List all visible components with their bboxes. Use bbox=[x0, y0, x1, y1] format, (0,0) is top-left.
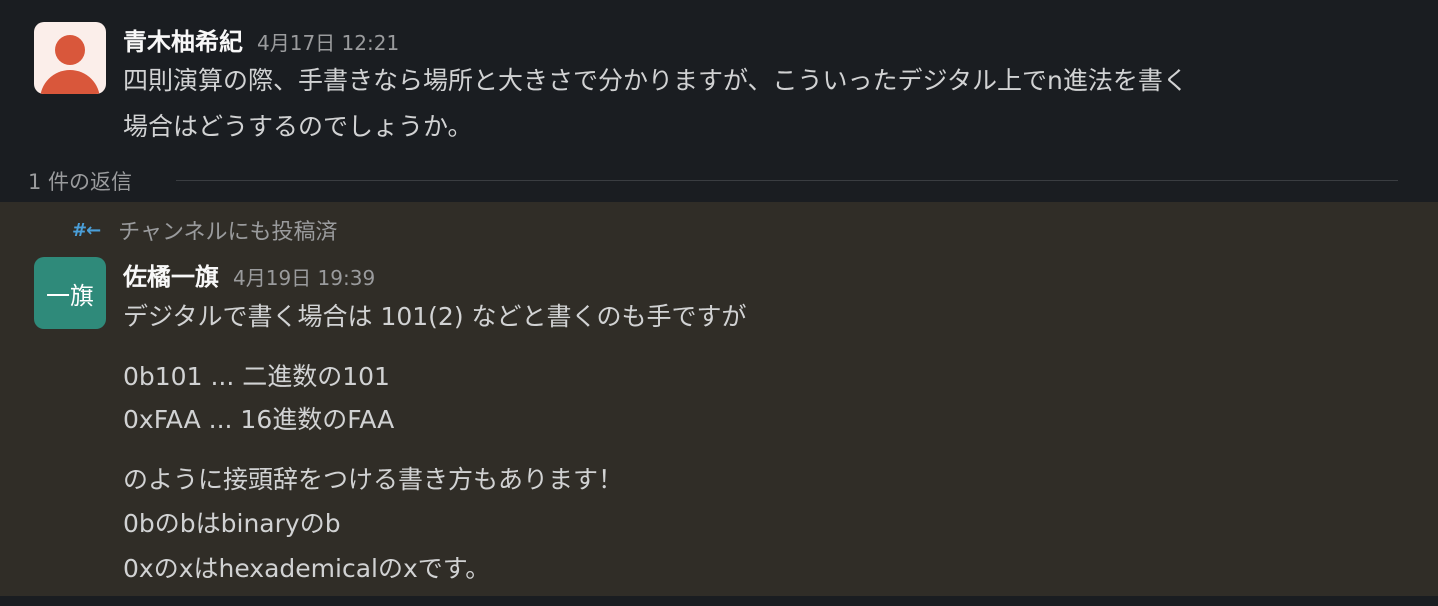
message-text-line: 0xFAA ... 16進数のFAA bbox=[123, 405, 395, 434]
message-text-line: 0bのbはbinaryのb bbox=[123, 509, 341, 538]
timestamp[interactable]: 4月19日 19:39 bbox=[233, 262, 375, 291]
message-text-line: 0xのxはhexademicalのxです。 bbox=[123, 554, 491, 583]
author-name[interactable]: 佐橘一旗 bbox=[123, 257, 219, 292]
thread-replies: 1 件の返信 bbox=[0, 160, 1438, 202]
avatar-text: 一旗 bbox=[46, 281, 94, 310]
divider bbox=[176, 180, 1398, 181]
channel-share-icon: #← bbox=[72, 219, 101, 241]
message-text-line: 四則演算の際、手書きなら場所と大きさで分かりますが、こういったデジタル上でn進法… bbox=[123, 66, 1188, 95]
message-1-header: 青木柚希紀 4月17日 12:21 bbox=[123, 22, 399, 57]
timestamp[interactable]: 4月17日 12:21 bbox=[257, 27, 399, 56]
message-1: 青木柚希紀 4月17日 12:21 四則演算の際、手書きなら場所と大きさで分かり… bbox=[0, 0, 1438, 160]
posted-to-channel-label: チャンネルにも投稿済 bbox=[118, 220, 338, 245]
reply-author-avatar[interactable]: 一旗 bbox=[34, 257, 106, 329]
avatar-body-shape bbox=[40, 70, 100, 94]
user-avatar[interactable] bbox=[34, 22, 106, 94]
message-text-line: デジタルで書く場合は 101(2) などと書くのも手ですが bbox=[123, 302, 747, 331]
author-name[interactable]: 青木柚希紀 bbox=[123, 22, 243, 57]
message-2-header: 佐橘一旗 4月19日 19:39 bbox=[123, 257, 375, 292]
also-posted-note: #← チャンネルにも投稿済 bbox=[72, 214, 338, 246]
replies-count-link[interactable]: 1 件の返信 bbox=[28, 166, 132, 196]
message-text-line: 0b101 ... 二進数の101 bbox=[123, 362, 390, 391]
message-text-line: 場合はどうするのでしょうか。 bbox=[123, 112, 473, 141]
message-text-line: のように接頭辞をつける書き方もあります！ bbox=[123, 465, 624, 494]
bottom-edge bbox=[0, 596, 1438, 606]
avatar-head-shape bbox=[55, 35, 85, 65]
